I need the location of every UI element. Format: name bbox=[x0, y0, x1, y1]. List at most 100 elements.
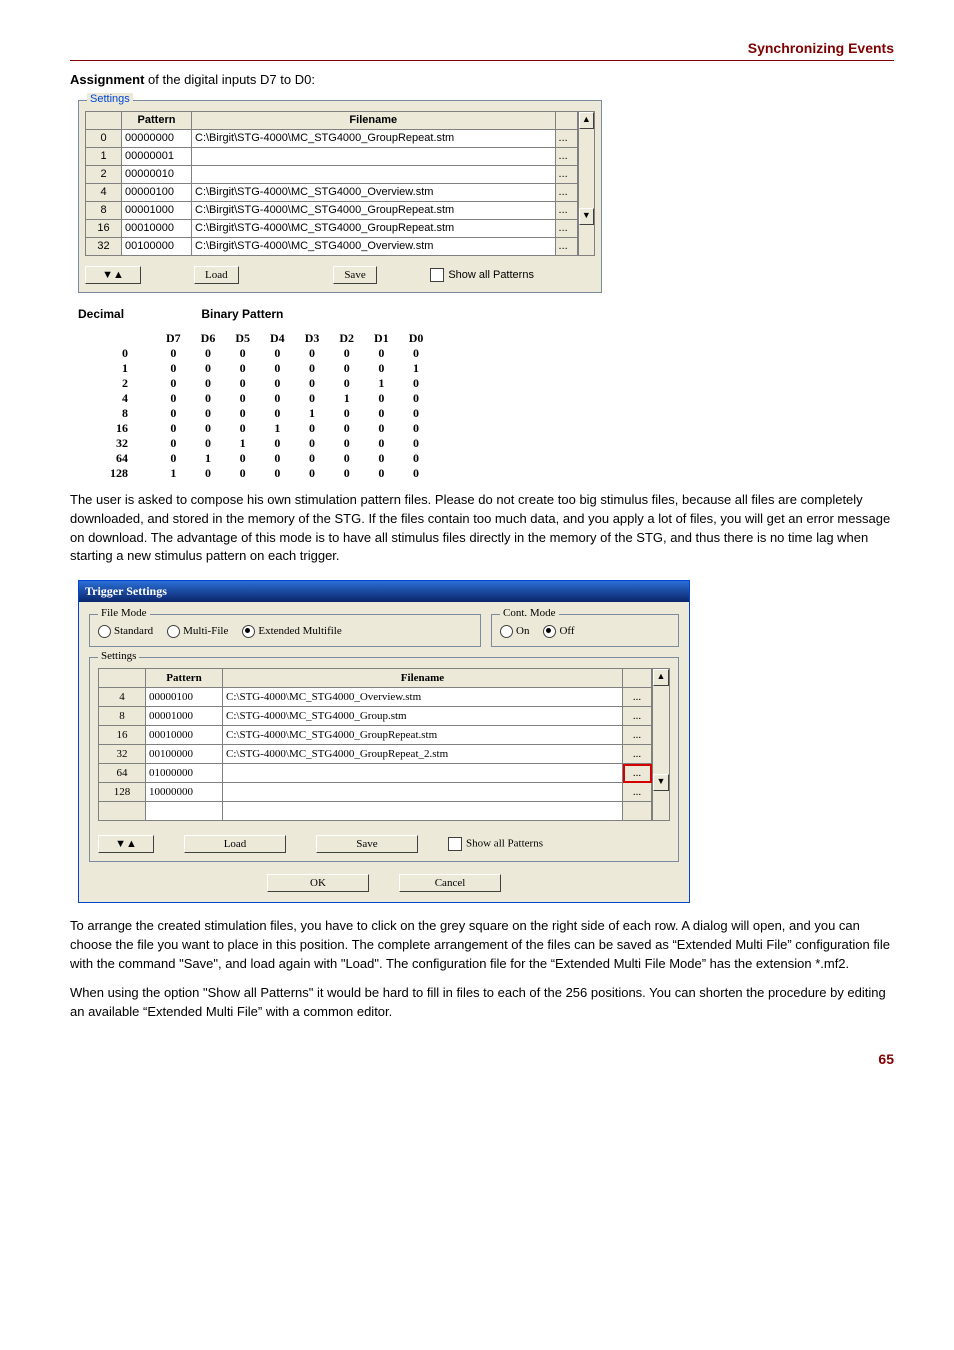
browse-button[interactable]: ... bbox=[555, 183, 577, 201]
scroll-down-icon[interactable]: ▼ bbox=[579, 208, 594, 225]
browse-button[interactable]: ... bbox=[555, 147, 577, 165]
row-index: 128 bbox=[99, 783, 146, 802]
row-filename[interactable] bbox=[223, 783, 623, 802]
bit-value: 0 bbox=[260, 361, 295, 376]
row-filename[interactable]: C:\Birgit\STG-4000\MC_STG4000_GroupRepea… bbox=[192, 219, 556, 237]
ok-button[interactable]: OK bbox=[267, 874, 369, 892]
radio-icon[interactable] bbox=[543, 625, 556, 638]
browse-button[interactable]: ... bbox=[555, 219, 577, 237]
row-pattern[interactable]: 00000100 bbox=[146, 688, 223, 707]
bit-value: 0 bbox=[191, 376, 226, 391]
bit-col: D5 bbox=[225, 331, 260, 346]
row-pattern[interactable]: 01000000 bbox=[146, 764, 223, 783]
row-filename[interactable] bbox=[192, 147, 556, 165]
bit-value: 0 bbox=[260, 451, 295, 466]
bit-col: D0 bbox=[399, 331, 434, 346]
row-pattern[interactable]: 00001000 bbox=[122, 201, 192, 219]
save-button[interactable]: Save bbox=[333, 266, 376, 284]
cont-mode-option[interactable]: On bbox=[500, 625, 529, 637]
bit-value: 0 bbox=[364, 361, 399, 376]
browse-button[interactable]: ... bbox=[623, 745, 652, 764]
file-mode-option[interactable]: Multi-File bbox=[167, 625, 228, 637]
row-pattern[interactable]: 00010000 bbox=[146, 726, 223, 745]
bit-value: 0 bbox=[156, 391, 191, 406]
browse-button[interactable]: ... bbox=[555, 201, 577, 219]
file-mode-option[interactable]: Standard bbox=[98, 625, 153, 637]
browse-button[interactable]: ... bbox=[555, 129, 577, 147]
load-button-2[interactable]: Load bbox=[184, 835, 286, 853]
binary-row: 400000100 bbox=[100, 391, 433, 406]
bit-value: 0 bbox=[156, 376, 191, 391]
binary-row: 200000010 bbox=[100, 376, 433, 391]
row-pattern[interactable]: 00010000 bbox=[122, 219, 192, 237]
browse-button[interactable]: ... bbox=[623, 726, 652, 745]
scroll-down-icon[interactable]: ▼ bbox=[653, 774, 669, 791]
file-mode-option[interactable]: Extended Multifile bbox=[242, 625, 341, 637]
col2-index bbox=[99, 669, 146, 688]
table-row: 800001000C:\Birgit\STG-4000\MC_STG4000_G… bbox=[86, 201, 578, 219]
row-filename[interactable]: C:\Birgit\STG-4000\MC_STG4000_Overview.s… bbox=[192, 183, 556, 201]
table-row: 000000000C:\Birgit\STG-4000\MC_STG4000_G… bbox=[86, 129, 578, 147]
row-filename[interactable]: C:\Birgit\STG-4000\MC_STG4000_GroupRepea… bbox=[192, 201, 556, 219]
bit-value: 0 bbox=[191, 361, 226, 376]
bit-value: 1 bbox=[364, 376, 399, 391]
col-filename: Filename bbox=[192, 111, 556, 129]
browse-button[interactable]: ... bbox=[623, 707, 652, 726]
sort-button[interactable]: ▼▲ bbox=[85, 266, 141, 284]
radio-icon[interactable] bbox=[167, 625, 180, 638]
row-pattern[interactable]: 10000000 bbox=[146, 783, 223, 802]
row-filename[interactable]: C:\STG-4000\MC_STG4000_GroupRepeat.stm bbox=[223, 726, 623, 745]
cancel-button[interactable]: Cancel bbox=[399, 874, 501, 892]
table-row: 6401000000... bbox=[99, 764, 652, 783]
save-button-2[interactable]: Save bbox=[316, 835, 418, 853]
row-pattern[interactable]: 00000100 bbox=[122, 183, 192, 201]
decimal-value: 64 bbox=[100, 451, 156, 466]
row-pattern[interactable]: 00100000 bbox=[146, 745, 223, 764]
browse-button[interactable]: ... bbox=[623, 783, 652, 802]
bit-value: 0 bbox=[260, 376, 295, 391]
row-filename[interactable]: C:\Birgit\STG-4000\MC_STG4000_Overview.s… bbox=[192, 237, 556, 255]
radio-icon[interactable] bbox=[242, 625, 255, 638]
row-filename[interactable] bbox=[223, 764, 623, 783]
row-filename[interactable]: C:\STG-4000\MC_STG4000_Overview.stm bbox=[223, 688, 623, 707]
row-pattern[interactable]: 00001000 bbox=[146, 707, 223, 726]
bit-value: 0 bbox=[260, 466, 295, 481]
browse-button[interactable]: ... bbox=[555, 165, 577, 183]
row-pattern[interactable]: 00000010 bbox=[122, 165, 192, 183]
load-button[interactable]: Load bbox=[194, 266, 239, 284]
browse-button[interactable]: ... bbox=[555, 237, 577, 255]
browse-button[interactable]: ... bbox=[623, 764, 652, 783]
row-pattern[interactable]: 00000000 bbox=[122, 129, 192, 147]
sort-button-2[interactable]: ▼▲ bbox=[98, 835, 154, 853]
row-pattern[interactable]: 00100000 bbox=[122, 237, 192, 255]
row-pattern[interactable]: 00000001 bbox=[122, 147, 192, 165]
bit-value: 1 bbox=[295, 406, 330, 421]
scroll-up-icon[interactable]: ▲ bbox=[579, 112, 594, 129]
table-scrollbar-2[interactable]: ▲ ▼ bbox=[652, 668, 670, 821]
page-header: Synchronizing Events bbox=[70, 40, 894, 61]
file-mode-groupbox: File Mode StandardMulti-FileExtended Mul… bbox=[89, 614, 481, 647]
show-all-checkbox[interactable] bbox=[430, 268, 444, 282]
bit-value: 0 bbox=[191, 436, 226, 451]
table-scrollbar-1[interactable]: ▲ ▼ bbox=[578, 111, 595, 256]
radio-icon[interactable] bbox=[98, 625, 111, 638]
row-filename[interactable]: C:\STG-4000\MC_STG4000_Group.stm bbox=[223, 707, 623, 726]
bit-value: 0 bbox=[364, 466, 399, 481]
show-all-checkbox-2[interactable] bbox=[448, 837, 462, 851]
bit-value: 0 bbox=[156, 436, 191, 451]
row-filename[interactable] bbox=[192, 165, 556, 183]
scroll-up-icon[interactable]: ▲ bbox=[653, 669, 669, 686]
row-filename[interactable]: C:\Birgit\STG-4000\MC_STG4000_GroupRepea… bbox=[192, 129, 556, 147]
cont-mode-option[interactable]: Off bbox=[543, 625, 574, 637]
bit-value: 0 bbox=[295, 421, 330, 436]
cont-mode-groupbox: Cont. Mode OnOff bbox=[491, 614, 679, 647]
binary-table: D7D6D5D4D3D2D1D0000000000100000001200000… bbox=[100, 331, 433, 481]
bit-value: 0 bbox=[191, 421, 226, 436]
bit-value: 0 bbox=[364, 346, 399, 361]
decimal-value: 128 bbox=[100, 466, 156, 481]
bit-value: 0 bbox=[191, 406, 226, 421]
radio-icon[interactable] bbox=[500, 625, 513, 638]
row-filename[interactable]: C:\STG-4000\MC_STG4000_GroupRepeat_2.stm bbox=[223, 745, 623, 764]
bit-value: 0 bbox=[364, 436, 399, 451]
browse-button[interactable]: ... bbox=[623, 688, 652, 707]
